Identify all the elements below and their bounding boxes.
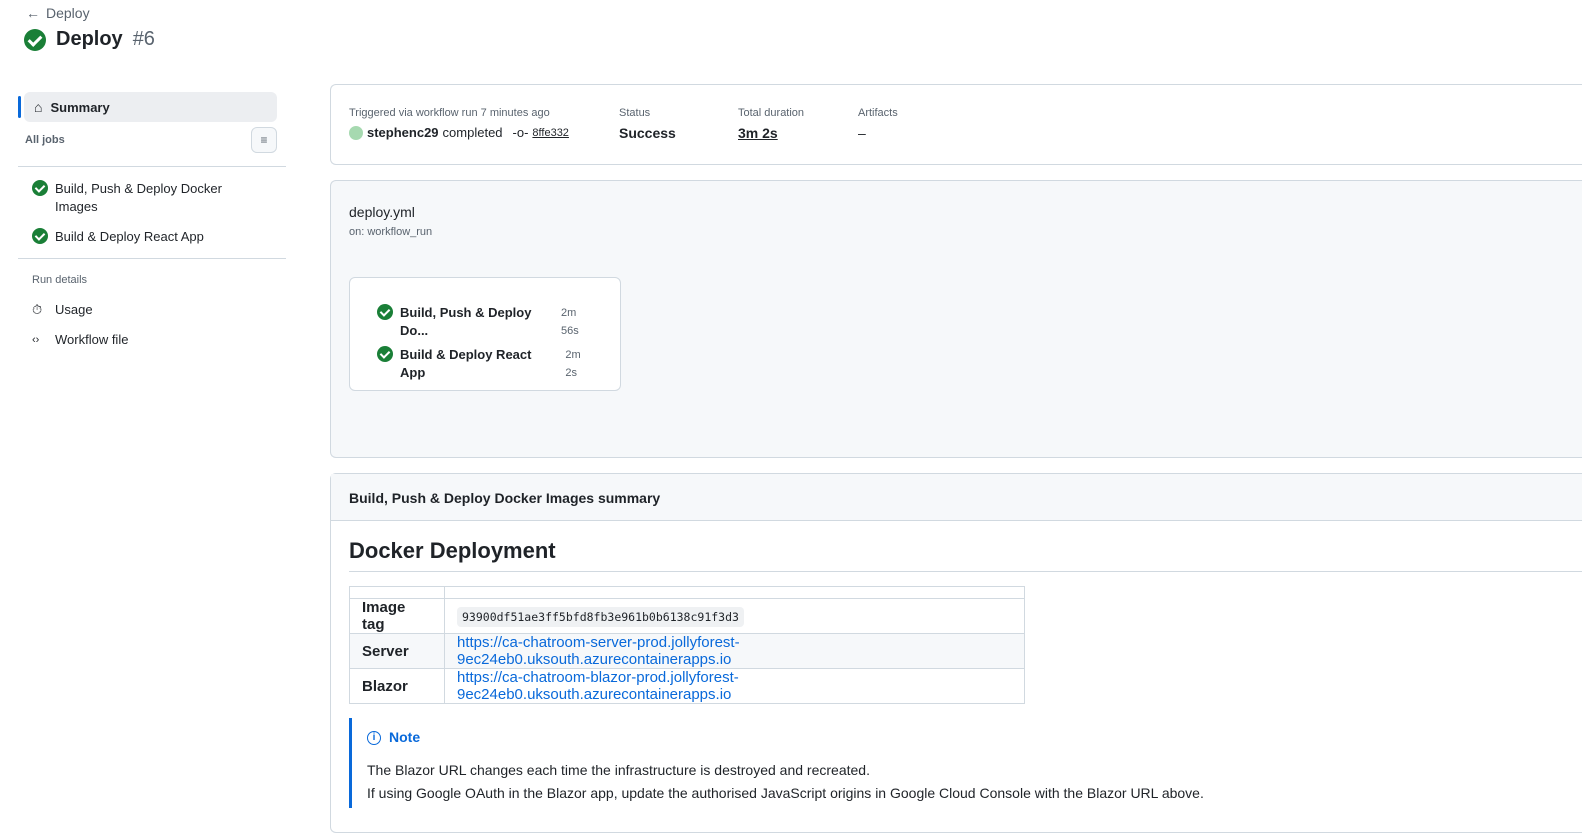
divider <box>18 166 286 167</box>
note-callout: i Note The Blazor URL changes each time t… <box>349 718 1204 808</box>
user-link[interactable]: stephenc29 <box>367 125 439 140</box>
graph-job[interactable]: Build & Deploy React App 2m 2s <box>377 346 595 382</box>
image-tag: 93900df51ae3ff5bfd8fb3e961b0b6138c91f3d3 <box>457 606 744 627</box>
filter-icon: ≡ <box>260 133 268 147</box>
sidebar-job[interactable]: Build, Push & Deploy Docker Images <box>32 180 242 216</box>
sidebar-item-workflow-file[interactable]: ‹› Workflow file <box>32 331 128 349</box>
stopwatch-icon: ⏱ <box>32 302 43 317</box>
job-summary: Build, Push & Deploy Docker Images summa… <box>330 473 1582 833</box>
deployment-table: Image tag 93900df51ae3ff5bfd8fb3e961b0b61… <box>349 586 1025 704</box>
workflow-graph: deploy.yml on: workflow_run Build, Push … <box>330 180 1582 458</box>
home-icon: ⌂ <box>34 99 43 115</box>
success-icon <box>24 28 46 51</box>
page-title: Deploy #6 <box>24 28 155 51</box>
active-indicator <box>18 96 21 118</box>
workflow-file-name: deploy.yml <box>349 204 415 220</box>
duration-link[interactable]: 3m 2s <box>738 125 804 141</box>
avatar <box>349 125 363 140</box>
sidebar-item-summary[interactable]: ⌂ Summary <box>24 92 277 122</box>
arrow-left-icon: ← <box>26 5 40 21</box>
success-icon <box>32 228 48 244</box>
run-details-label: Run details <box>32 274 88 286</box>
all-jobs-label: All jobs <box>25 134 65 146</box>
success-icon <box>32 180 48 196</box>
sidebar-item-usage[interactable]: ⏱ Usage <box>32 301 93 319</box>
graph-job[interactable]: Build, Push & Deploy Do... 2m 56s <box>377 304 595 340</box>
commit-icon: -o- <box>512 125 529 140</box>
server-url-link[interactable]: https://ca-chatroom-server-prod.jollyfor… <box>457 634 740 668</box>
divider <box>18 258 286 259</box>
summary-heading: Docker Deployment <box>349 538 556 563</box>
blazor-url-link[interactable]: https://ca-chatroom-blazor-prod.jollyfor… <box>457 669 739 703</box>
file-code-icon: ‹› <box>32 334 40 346</box>
status-value: Success <box>619 125 676 141</box>
info-icon: i <box>367 730 381 745</box>
sidebar-job[interactable]: Build & Deploy React App <box>32 228 204 246</box>
commit-link[interactable]: 8ffe332 <box>532 127 569 139</box>
success-icon <box>377 346 393 362</box>
run-info-card: Triggered via workflow run 7 minutes ago… <box>330 84 1582 165</box>
success-icon <box>377 304 393 320</box>
back-link[interactable]: ← Deploy <box>26 5 90 21</box>
filter-button[interactable]: ≡ <box>251 127 277 153</box>
